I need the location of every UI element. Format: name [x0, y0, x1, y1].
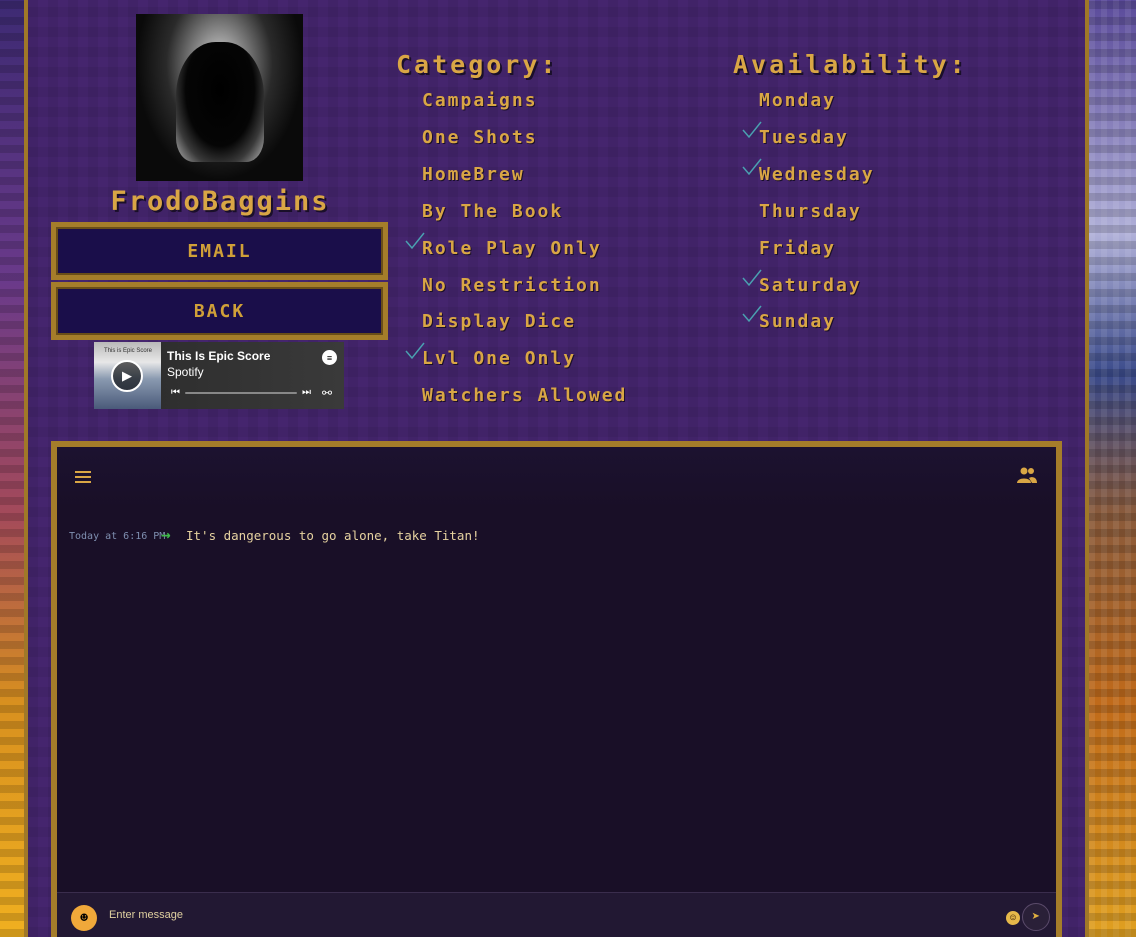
emoji-icon[interactable]: ☺: [1006, 911, 1020, 925]
category-option[interactable]: HomeBrew: [422, 164, 525, 185]
availability-option[interactable]: Saturday: [759, 275, 862, 296]
message-text: It's dangerous to go alone, take Titan!: [186, 528, 480, 543]
play-icon[interactable]: ▶: [111, 360, 143, 392]
chat-panel: Today at 6:16 PM → It's dangerous to go …: [51, 441, 1062, 937]
checkmark-icon: [742, 269, 762, 286]
message-composer: ☻ ☺ ➤: [57, 892, 1056, 937]
checkmark-icon: [742, 158, 762, 175]
availability-heading: Availability:: [733, 50, 968, 79]
share-icon[interactable]: ⚯: [322, 386, 332, 400]
arrow-right-icon: →: [161, 525, 171, 544]
category-heading: Category:: [396, 50, 559, 79]
message-timestamp: Today at 6:16 PM: [69, 531, 166, 542]
checkmark-icon: [405, 342, 425, 360]
category-option[interactable]: Watchers Allowed: [422, 385, 627, 406]
right-background-strip: [1089, 0, 1136, 937]
category-option[interactable]: Role Play Only: [422, 238, 602, 259]
track-artist: Spotify: [167, 365, 204, 379]
previous-track-icon[interactable]: ⏮: [171, 387, 180, 398]
send-icon[interactable]: ➤: [1022, 903, 1050, 931]
category-option[interactable]: Display Dice: [422, 311, 576, 332]
category-option[interactable]: Lvl One Only: [422, 348, 576, 369]
availability-option[interactable]: Sunday: [759, 311, 836, 332]
chat-header: [57, 447, 1056, 507]
people-icon[interactable]: [1016, 467, 1038, 483]
menu-icon[interactable]: [75, 471, 91, 483]
category-option[interactable]: By The Book: [422, 201, 563, 222]
cover-text: This is Epic Score: [103, 348, 152, 354]
next-track-icon[interactable]: ⏭: [302, 387, 311, 398]
avatar: [136, 14, 303, 181]
availability-option[interactable]: Wednesday: [759, 164, 875, 185]
email-button[interactable]: EMAIL: [51, 222, 388, 280]
discord-icon[interactable]: ☻: [71, 905, 97, 931]
spotify-embed: This is Epic Score ▶ This Is Epic Score …: [94, 342, 344, 409]
availability-option[interactable]: Monday: [759, 90, 836, 111]
category-option[interactable]: Campaigns: [422, 90, 538, 111]
category-option[interactable]: One Shots: [422, 127, 538, 148]
category-option[interactable]: No Restriction: [422, 275, 602, 296]
message-input[interactable]: [107, 903, 991, 927]
checkmark-icon: [405, 232, 425, 249]
checkmark-icon: [742, 305, 762, 323]
username: FrodoBaggins: [110, 186, 330, 217]
checkmark-icon: [742, 121, 762, 139]
left-background-strip: [0, 0, 24, 937]
availability-option[interactable]: Tuesday: [759, 127, 849, 148]
availability-option[interactable]: Friday: [759, 238, 836, 259]
back-button[interactable]: BACK: [51, 282, 388, 340]
track-title: This Is Epic Score: [167, 349, 271, 363]
spotify-logo-icon[interactable]: ≡: [322, 350, 337, 365]
progress-bar[interactable]: [185, 392, 297, 394]
hooded-figure-image: [176, 42, 264, 162]
availability-option[interactable]: Thursday: [759, 201, 862, 222]
